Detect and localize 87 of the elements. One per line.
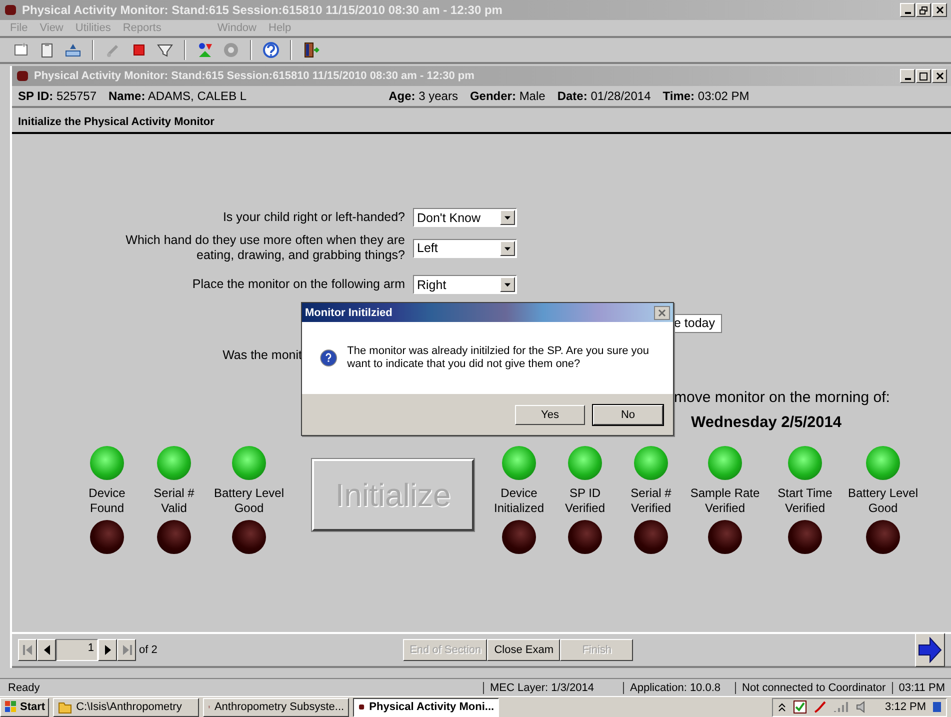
page-count: of 2 xyxy=(139,644,158,656)
chevron-up-icon xyxy=(777,701,788,713)
question-label: Is your child right or left-handed? xyxy=(222,210,405,225)
caret-icon xyxy=(500,277,515,292)
restore-icon xyxy=(919,6,928,14)
status-light xyxy=(866,520,900,554)
question-label: Which hand do they use more often when they are eating, drawing, and grabbing things? xyxy=(124,233,405,263)
status-text: 03:11 PM xyxy=(892,682,951,694)
status-text: Not connected to Coordinator xyxy=(735,682,892,694)
network-icon xyxy=(813,700,828,714)
close-icon xyxy=(936,72,944,80)
start-button[interactable]: Start xyxy=(0,698,50,716)
removal-date: Wednesday 2/5/2014 xyxy=(690,414,842,432)
close-icon xyxy=(936,6,944,14)
next-button[interactable] xyxy=(915,633,945,667)
section-title: Initialize the Physical Activity Monitor xyxy=(12,112,951,134)
first-page-button[interactable] xyxy=(18,639,37,661)
question-label: Place the monitor on the following arm xyxy=(192,277,405,292)
patient-field: Date: 01/28/2014 xyxy=(557,89,651,103)
dropdown[interactable]: Don't Know xyxy=(413,208,517,227)
taskbar-button[interactable]: Physical Activity Moni... xyxy=(353,698,500,716)
skip-forward-icon xyxy=(122,644,132,656)
clock: 3:12 PM xyxy=(885,701,926,713)
indicator-label: SP ID Verified xyxy=(564,485,606,517)
status-text: MEC Layer: 1/3/2014 xyxy=(483,682,624,694)
app-icon xyxy=(16,69,30,83)
status-light xyxy=(788,520,822,554)
status-light xyxy=(90,520,124,554)
help-icon xyxy=(262,41,280,59)
indicator-label: Device Found xyxy=(88,485,126,517)
status-text: Ready xyxy=(7,682,41,694)
skip-back-icon xyxy=(22,644,32,656)
windows-logo-icon xyxy=(4,700,18,714)
dialog-button[interactable]: Yes xyxy=(515,404,585,424)
arrow-right-icon xyxy=(918,637,942,663)
dialog-title: Monitor Initilzied xyxy=(305,306,394,318)
status-light xyxy=(568,520,602,554)
indicator-label: Sample Rate Verified xyxy=(689,485,761,517)
previous-page-button[interactable] xyxy=(37,639,56,661)
window-title: Physical Activity Monitor: Stand:615 Session:615810 11/15/2010 08:30 am - 12:30 pm xyxy=(34,70,476,82)
maximize-button[interactable] xyxy=(916,69,931,83)
removal-note: move monitor on the morning of: xyxy=(674,389,891,406)
signal-icon xyxy=(833,700,850,714)
patient-field: Age: 3 years xyxy=(388,89,458,103)
dropdown[interactable]: Right xyxy=(413,275,517,294)
exit-door-icon xyxy=(302,41,320,59)
close-icon xyxy=(658,308,666,316)
patient-field: Gender: Male xyxy=(470,89,546,103)
status-light xyxy=(232,520,266,554)
footer-button[interactable]: Close Exam xyxy=(487,639,560,661)
page-number-field[interactable]: 1 xyxy=(56,639,98,661)
indicator-label: Battery Level Good xyxy=(846,485,920,517)
dialog-button[interactable]: No xyxy=(593,404,663,424)
dialog-message: The monitor was already initilzied for the SP. Are you sure you want to indicate that you did not give them one? xyxy=(347,345,650,371)
caret-icon xyxy=(500,240,515,256)
window-title: Physical Activity Monitor: Stand:615 Session:615810 11/15/2010 08:30 am - 12:30 pm xyxy=(22,3,504,17)
indicator-label: Serial # Valid xyxy=(152,485,196,517)
patient-field: SP ID: 525757 xyxy=(18,89,97,103)
status-light xyxy=(157,520,191,554)
patient-field: Name: ADAMS, CALEB L xyxy=(108,89,247,103)
checkmark-icon xyxy=(793,700,808,714)
next-page-button[interactable] xyxy=(98,639,117,661)
indicator-label: Start Time Verified xyxy=(776,485,834,517)
taskbar-button[interactable]: C:\Isis\Anthropometry xyxy=(53,698,200,716)
desktop-icon xyxy=(932,700,942,714)
question-label: Was the monit xyxy=(222,348,302,362)
last-page-button[interactable] xyxy=(117,639,136,661)
triangle-left-icon xyxy=(42,644,52,656)
patient-field: Time: 03:02 PM xyxy=(662,89,750,103)
caret-icon xyxy=(500,210,515,225)
app-icon xyxy=(4,3,18,17)
status-light xyxy=(634,520,668,554)
folder-icon xyxy=(58,700,72,714)
minimize-button[interactable] xyxy=(900,3,915,17)
dropdown[interactable]: Left xyxy=(413,238,517,258)
taskbar-button[interactable]: Anthropometry Subsyste... xyxy=(203,698,350,716)
indicator-label: Battery Level Good xyxy=(212,485,286,517)
indicator-label: Serial # Verified xyxy=(630,485,672,517)
status-light xyxy=(708,520,742,554)
triangle-right-icon xyxy=(102,644,112,656)
restore-button[interactable] xyxy=(916,3,931,17)
status-text: Application: 10.0.8 xyxy=(623,682,736,694)
status-light xyxy=(502,520,536,554)
maximize-icon xyxy=(919,72,928,80)
indicator-label: Device Initialized xyxy=(492,485,546,517)
minimize-button[interactable] xyxy=(900,69,915,83)
help-tool-button[interactable] xyxy=(260,39,282,61)
